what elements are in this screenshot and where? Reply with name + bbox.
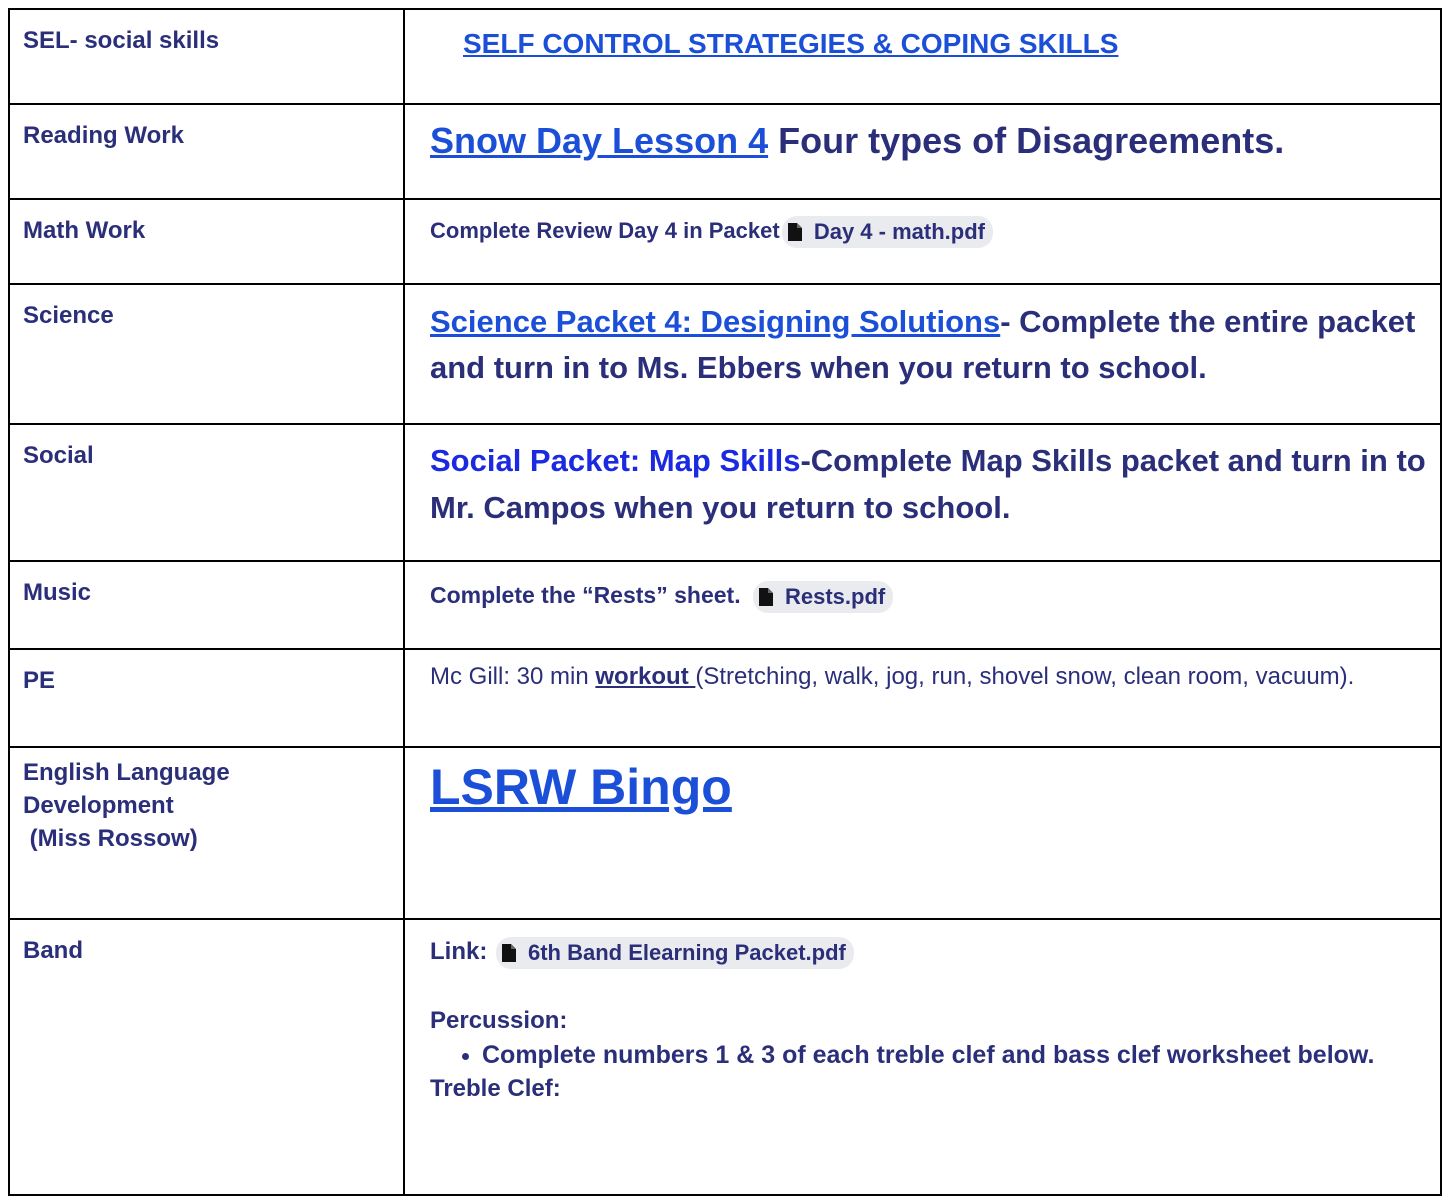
file-icon: [502, 943, 516, 962]
reading-text: Four types of Disagreements.: [768, 120, 1285, 161]
music-text: Complete the “Rests” sheet.: [430, 582, 741, 608]
table-row: English Language Development (Miss Rosso…: [8, 746, 1442, 920]
table-row: Science Science Packet 4: Designing Solu…: [8, 283, 1442, 425]
band-link-line: Link: 6th Band Elearning Packet.pdf: [430, 934, 1428, 970]
math-text: Complete Review Day 4 in Packet: [430, 218, 780, 243]
file-icon: [787, 223, 802, 242]
percussion-heading: Percussion:: [430, 1007, 568, 1034]
eld-link[interactable]: LSRW Bingo: [430, 759, 732, 815]
list-item: Complete numbers 1 & 3 of each treble cl…: [482, 1038, 1428, 1072]
pe-text-before: Mc Gill: 30 min: [430, 663, 596, 690]
file-name: 6th Band Elearning Packet.pdf: [528, 939, 846, 965]
row-label: Band: [8, 918, 405, 1196]
table-row: Social Social Packet: Map Skills-Complet…: [8, 423, 1442, 562]
treble-heading: Treble Clef:: [430, 1075, 561, 1102]
table-row: SEL- social skills SELF CONTROL STRATEGI…: [8, 8, 1442, 105]
table-row: Band Link: 6th Band Elearning Packet.pdf…: [8, 918, 1442, 1196]
row-content: Science Packet 4: Designing Solutions- C…: [403, 283, 1442, 425]
eld-label-line3: (Miss Rossow): [23, 825, 198, 852]
social-link[interactable]: Social Packet: Map Skills: [430, 443, 800, 478]
row-content: SELF CONTROL STRATEGIES & COPING SKILLS: [403, 8, 1442, 105]
file-chip[interactable]: Rests.pdf: [752, 580, 894, 613]
row-content: Link: 6th Band Elearning Packet.pdf Perc…: [403, 918, 1442, 1196]
sel-link[interactable]: SELF CONTROL STRATEGIES & COPING SKILLS: [463, 28, 1118, 59]
science-link[interactable]: Science Packet 4: Designing Solutions: [430, 304, 1000, 339]
pe-workout-link[interactable]: workout: [595, 663, 695, 690]
assignments-table: SEL- social skills SELF CONTROL STRATEGI…: [8, 8, 1442, 1196]
pe-text-after: (Stretching, walk, jog, run, shovel snow…: [695, 663, 1355, 690]
eld-label-line2: Development: [23, 792, 174, 819]
band-link-prefix: Link:: [430, 938, 488, 965]
row-content: LSRW Bingo: [403, 746, 1442, 920]
file-name: Day 4 - math.pdf: [813, 219, 985, 245]
file-chip[interactable]: Day 4 - math.pdf: [781, 216, 993, 249]
row-label: SEL- social skills: [8, 8, 405, 105]
row-content: Complete the “Rests” sheet. Rests.pdf: [403, 560, 1442, 650]
file-chip[interactable]: 6th Band Elearning Packet.pdf: [496, 936, 854, 969]
row-content: Mc Gill: 30 min workout (Stretching, wal…: [403, 648, 1442, 748]
reading-link[interactable]: Snow Day Lesson 4: [430, 120, 768, 161]
table-row: Music Complete the “Rests” sheet. Rests.…: [8, 560, 1442, 650]
row-label: PE: [8, 648, 405, 748]
eld-label-line1: English Language: [23, 759, 230, 786]
row-label: Reading Work: [8, 103, 405, 200]
row-label: Math Work: [8, 198, 405, 285]
row-content: Complete Review Day 4 in Packet Day 4 - …: [403, 198, 1442, 285]
row-label: Science: [8, 283, 405, 425]
table-row: PE Mc Gill: 30 min workout (Stretching, …: [8, 648, 1442, 748]
table-row: Math Work Complete Review Day 4 in Packe…: [8, 198, 1442, 285]
file-name: Rests.pdf: [784, 583, 886, 609]
file-icon: [758, 587, 773, 606]
row-content: Social Packet: Map Skills-Complete Map S…: [403, 423, 1442, 562]
row-label: English Language Development (Miss Rosso…: [8, 746, 405, 920]
row-label: Social: [8, 423, 405, 562]
row-content: Snow Day Lesson 4 Four types of Disagree…: [403, 103, 1442, 200]
band-list: Complete numbers 1 & 3 of each treble cl…: [430, 1038, 1428, 1072]
row-label: Music: [8, 560, 405, 650]
table-row: Reading Work Snow Day Lesson 4 Four type…: [8, 103, 1442, 200]
